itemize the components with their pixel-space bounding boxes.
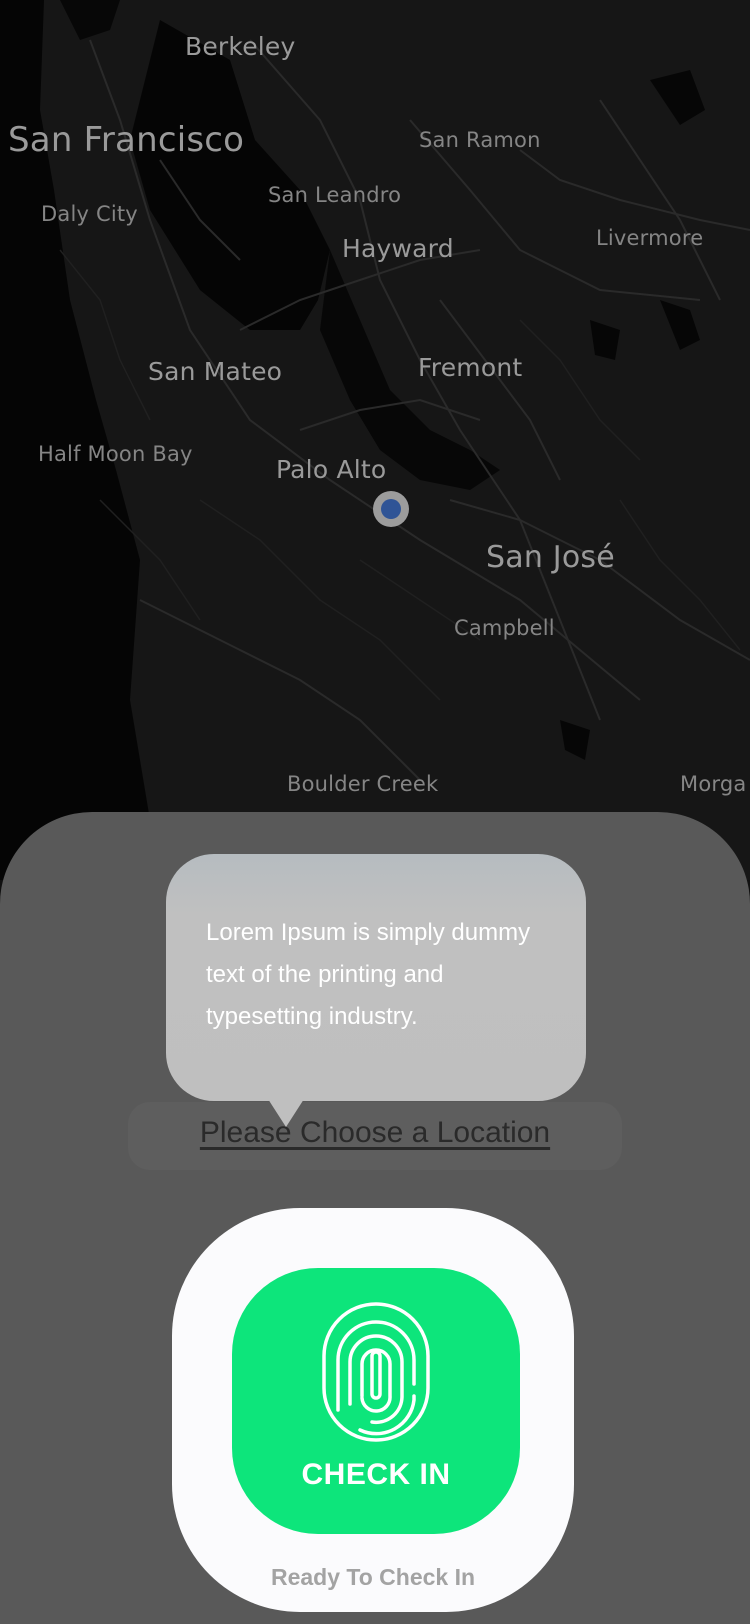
city-label-palo-alto: Palo Alto [276,455,387,484]
city-label-livermore: Livermore [596,226,704,250]
city-label-san-francisco: San Francisco [8,120,245,160]
city-label-berkeley: Berkeley [185,32,296,61]
city-label-daly-city: Daly City [41,202,138,226]
checkin-card: CHECK IN Ready To Check In [172,1208,574,1612]
tooltip-text: Lorem Ipsum is simply dummy text of the … [206,919,531,1030]
city-label-campbell: Campbell [454,616,555,640]
tooltip-pointer [268,1099,304,1127]
city-label-half-moon-bay: Half Moon Bay [38,442,193,466]
city-label-san-jose: San José [486,540,615,575]
info-tooltip: Lorem Ipsum is simply dummy text of the … [166,854,586,1101]
choose-location-link[interactable]: Please Choose a Location [128,1116,622,1150]
check-in-button[interactable]: CHECK IN [232,1268,520,1534]
city-label-morgan-hill: Morga [680,772,747,796]
checkin-status-text: Ready To Check In [270,1564,476,1590]
check-in-label: CHECK IN [301,1458,451,1491]
city-label-boulder-creek: Boulder Creek [287,772,439,796]
city-label-fremont: Fremont [418,353,523,382]
city-label-san-leandro: San Leandro [268,183,402,207]
city-label-san-mateo: San Mateo [148,357,283,386]
map-view[interactable]: Berkeley San Francisco San Ramon San Lea… [0,0,750,880]
city-label-san-ramon: San Ramon [419,128,541,152]
city-label-hayward: Hayward [342,234,454,263]
fingerprint-icon [322,1302,430,1442]
current-location-marker [373,491,409,527]
